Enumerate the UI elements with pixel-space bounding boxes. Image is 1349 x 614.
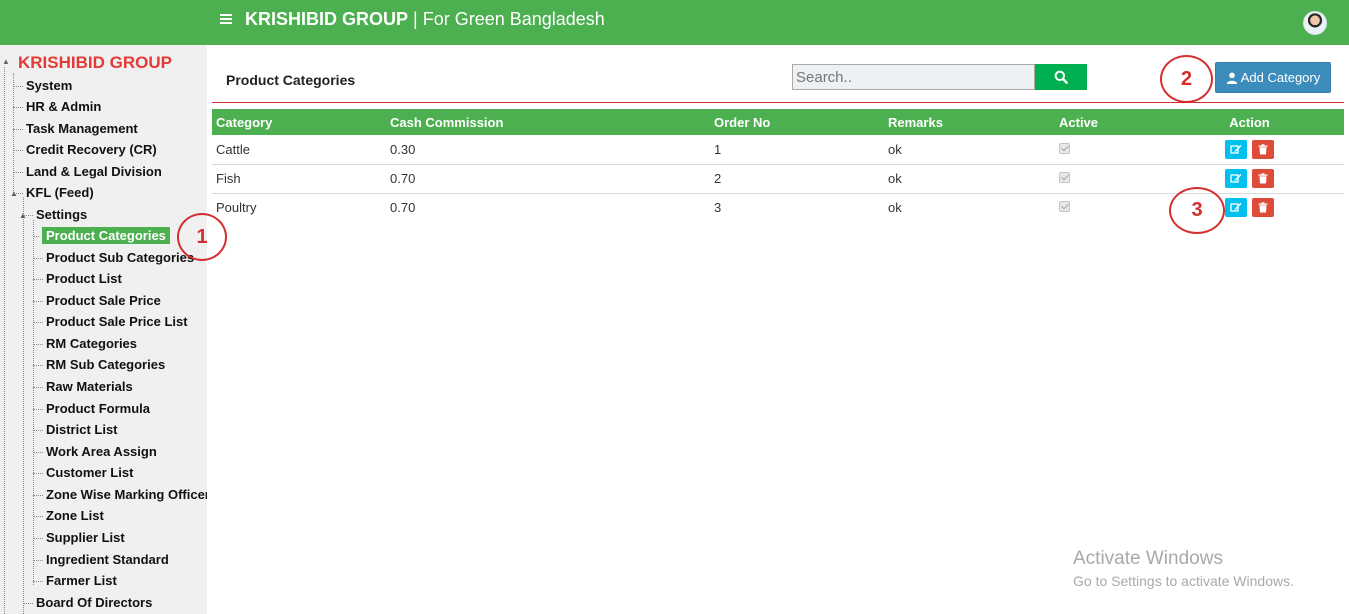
annotation-marker-1: 1 [177,213,227,261]
sidebar-item-hr-admin[interactable]: HR & Admin [13,99,101,114]
sidebar-item-farmer-list[interactable]: Farmer List [33,573,117,588]
cell-actions [1155,135,1344,165]
sidebar-item-product-sub-categories[interactable]: Product Sub Categories [33,250,194,265]
column-header-cash-commission[interactable]: Cash Commission [386,109,710,135]
sidebar-item-product-sale-price-list[interactable]: Product Sale Price List [33,314,188,329]
active-menu-highlight: Product Categories [42,227,170,244]
edit-button[interactable] [1224,169,1247,188]
cell-order-no: 1 [710,135,884,165]
app-brand[interactable]: KRISHIBID GROUP | For Green Bangladesh [245,9,605,30]
search-icon [1054,70,1068,84]
sidebar-item-raw-materials[interactable]: Raw Materials [33,379,133,394]
cell-category: Poultry [216,200,257,216]
sidebar-item-kfl-feed[interactable]: KFL (Feed) [13,185,94,200]
active-checkbox [1059,172,1070,183]
column-header-order-no[interactable]: Order No [710,109,884,135]
sidebar-item-work-area-assign[interactable]: Work Area Assign [33,444,157,459]
sidebar-item-supplier-list[interactable]: Supplier List [33,530,125,545]
active-checkbox [1059,142,1070,154]
delete-button[interactable] [1252,139,1275,159]
column-header-remarks[interactable]: Remarks [884,109,1055,135]
hamburger-icon[interactable] [220,14,232,26]
sidebar-item-board-of-directors[interactable]: Board Of Directors [23,595,152,610]
delete-button[interactable] [1252,169,1275,188]
edit-button[interactable] [1224,139,1247,159]
column-header-action: Action [1155,109,1344,135]
tree-line [23,197,24,614]
expander-icon[interactable]: ▲ [2,57,10,66]
trash-icon [1258,144,1268,155]
active-checkbox [1059,201,1070,213]
search-button[interactable] [1035,64,1087,90]
top-navbar: KRISHIBID GROUP | For Green Bangladesh [0,0,1349,45]
watermark-title: Activate Windows [1073,548,1223,569]
table-header-row: Category Cash Commission Order No Remark… [212,109,1344,135]
sidebar-item-product-sale-price[interactable]: Product Sale Price [33,293,161,308]
cell-order-no: 3 [714,200,722,216]
sidebar-item-ingredient-standard[interactable]: Ingredient Standard [33,552,169,567]
sidebar-item-customer-list[interactable]: Customer List [33,465,133,480]
sidebar-item-district-list[interactable]: District List [33,422,118,437]
edit-icon [1230,203,1242,212]
edit-icon [1230,144,1242,154]
table-row: Cattle 0.30 1 ok [212,135,1344,165]
edit-icon [1230,174,1242,183]
cell-cash-commission: 0.70 [386,164,710,194]
watermark-subtitle: Go to Settings to activate Windows. [1073,573,1294,589]
user-icon [1226,72,1237,84]
cell-order-no: 2 [710,164,884,194]
add-category-button[interactable]: Add Category [1215,62,1331,93]
brand-tagline: | For Green Bangladesh [408,9,605,29]
cell-category: Cattle [212,135,386,165]
tree-line [4,67,5,614]
page-title: Product Categories [226,72,356,88]
cell-cash-commission: 0.30 [386,135,710,165]
trash-icon [1258,202,1268,213]
brand-name: KRISHIBID GROUP [245,9,409,29]
annotation-marker-2: 2 [1160,55,1213,103]
user-avatar[interactable] [1303,11,1327,35]
activation-watermark: Activate Windows Go to Settings to activ… [1073,548,1294,589]
sidebar-item-land-legal[interactable]: Land & Legal Division [13,164,162,179]
edit-button[interactable] [1224,198,1247,218]
sidebar-item-settings[interactable]: Settings [23,207,87,222]
cell-active [1055,164,1155,194]
sidebar: ▲ KRISHIBID GROUP System HR & Admin Task… [0,45,207,614]
search-input[interactable] [792,64,1035,90]
sidebar-item-zone-wise-marking-officer[interactable]: Zone Wise Marking Officer [33,487,207,502]
cell-remarks: ok [884,135,1055,165]
sidebar-item-task-management[interactable]: Task Management [13,121,138,136]
sidebar-item-product-list[interactable]: Product List [33,271,122,286]
add-category-label: Add Category [1240,70,1321,85]
sidebar-item-product-formula[interactable]: Product Formula [33,401,150,416]
sidebar-item-system[interactable]: System [13,78,72,93]
sidebar-item-rm-sub-categories[interactable]: RM Sub Categories [33,357,165,372]
annotation-marker-3: 3 [1169,187,1225,234]
cell-category: Fish [212,164,386,194]
cell-remarks: ok [888,200,902,216]
cell-active [1055,193,1155,222]
sidebar-item-product-categories[interactable]: Product Categories [33,227,170,244]
trash-icon [1258,173,1268,184]
column-header-category[interactable]: Category [212,109,386,135]
divider [212,102,1344,103]
cell-cash-commission: 0.70 [390,200,416,216]
table-row: Fish 0.70 2 ok [212,164,1344,194]
sidebar-item-zone-list[interactable]: Zone List [33,508,104,523]
sidebar-item-rm-categories[interactable]: RM Categories [33,336,137,351]
column-header-active[interactable]: Active [1055,109,1155,135]
sidebar-item-credit-recovery[interactable]: Credit Recovery (CR) [13,142,157,157]
cell-remarks: ok [884,164,1055,194]
delete-button[interactable] [1252,198,1275,218]
cell-active [1055,135,1155,165]
sidebar-root[interactable]: KRISHIBID GROUP [18,53,172,73]
